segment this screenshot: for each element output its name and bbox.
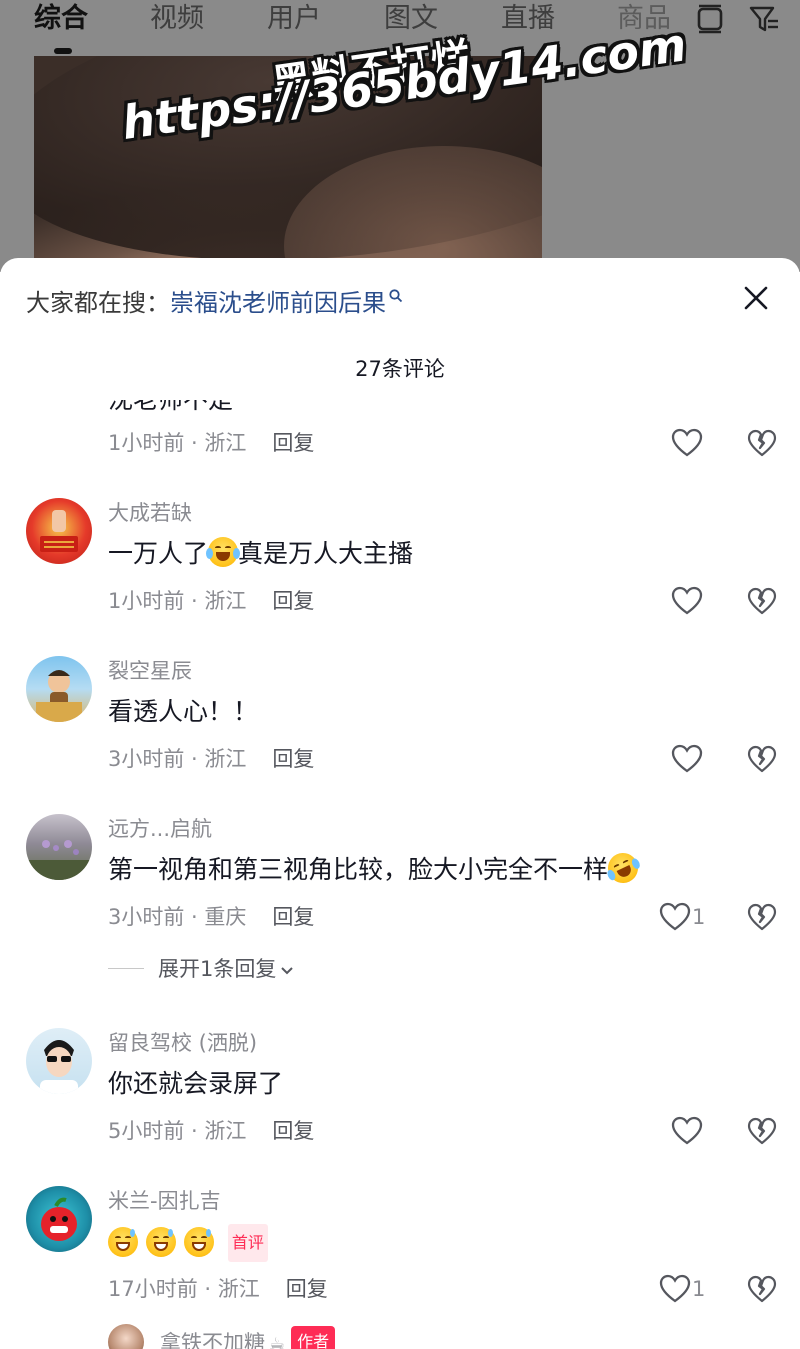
comment-time-location: 3小时前 · 浙江 — [108, 747, 247, 771]
reply-button[interactable]: 回复 — [286, 1277, 328, 1301]
coffee-icon: ☕ — [269, 1334, 286, 1349]
search-suggestion[interactable]: 大家都在搜：崇福沈老师前因后果 — [26, 286, 404, 320]
comment-time-location: 1小时前 · 浙江 — [108, 589, 247, 613]
first-comment-badge: 首评 — [227, 1224, 268, 1262]
video-thumbnail[interactable] — [34, 56, 542, 272]
dislike-heart-icon[interactable] — [746, 901, 778, 933]
comment-count: 27条评论 — [355, 357, 445, 381]
comment-time-location: 5小时前 · 浙江 — [108, 1119, 247, 1143]
tab-products[interactable]: 商品 — [617, 2, 671, 36]
crying-laughing-emoji — [206, 537, 241, 567]
like-heart-icon[interactable] — [670, 426, 704, 460]
comment-meta: 17小时前 · 浙江 回复 — [108, 1274, 328, 1304]
dislike-heart-icon[interactable] — [746, 1115, 778, 1147]
reply-button[interactable]: 回复 — [272, 431, 314, 455]
tab-image-text[interactable]: 图文 — [384, 2, 438, 36]
dislike-heart-icon[interactable] — [746, 1273, 778, 1305]
like-heart-icon[interactable] — [670, 584, 704, 618]
avatar[interactable] — [26, 1186, 92, 1252]
comment-username[interactable]: 拿铁不加糖 ☕ 作者 — [160, 1326, 336, 1349]
comment-time-location: 3小时前 · 重庆 — [108, 905, 247, 929]
reply-button[interactable]: 回复 — [272, 747, 314, 771]
close-icon[interactable] — [740, 282, 772, 314]
like-count: 1 — [692, 905, 706, 929]
comment-text: 一万人了 真是万人大主播 — [108, 537, 414, 568]
comment-username[interactable]: 裂空星辰 — [108, 656, 192, 686]
tab-user[interactable]: 用户 — [267, 2, 321, 36]
comment-username[interactable]: 大成若缺 — [108, 498, 192, 528]
comment-meta: 1小时前 · 浙江 回复 — [108, 428, 314, 458]
avatar[interactable] — [26, 656, 92, 722]
search-suggestion-label: 大家都在搜： — [26, 289, 170, 317]
dislike-heart-icon[interactable] — [746, 427, 778, 459]
comment-username[interactable]: 远方...启航 — [108, 814, 212, 844]
search-tabs: 综合 视频 用户 图文 直播 商品 — [0, 0, 800, 54]
comment-text: 你还就会录屏了 — [108, 1069, 284, 1098]
like-count: 1 — [692, 1277, 706, 1301]
comment-text-partial: 沈老师不是 — [108, 385, 234, 414]
comment-username[interactable]: 留良驾校 (洒脱) — [108, 1028, 257, 1058]
comment-meta: 3小时前 · 重庆 回复 — [108, 902, 314, 932]
like-heart-icon[interactable] — [670, 1114, 704, 1148]
video-background: 综合 视频 用户 图文 直播 商品 黑料不打烊 https://365bdy14… — [0, 0, 800, 272]
like-heart-icon[interactable] — [658, 900, 692, 934]
reply-button[interactable]: 回复 — [272, 589, 314, 613]
expand-replies-button[interactable]: 展开1条回复 — [108, 954, 294, 984]
tab-live[interactable]: 直播 — [501, 2, 555, 36]
search-suggestion-link[interactable]: 崇福沈老师前因后果 — [170, 289, 386, 317]
reply-button[interactable]: 回复 — [272, 905, 314, 929]
grin-sweat-emoji — [183, 1227, 214, 1257]
avatar[interactable] — [108, 1324, 144, 1349]
grin-sweat-emoji — [145, 1227, 176, 1257]
chevron-down-icon — [281, 967, 294, 975]
comment-text: 看透人心！！ — [108, 697, 259, 726]
comment-time-location: 1小时前 · 浙江 — [108, 431, 247, 455]
grin-sweat-emoji — [108, 1227, 138, 1257]
like-heart-icon[interactable] — [658, 1272, 692, 1306]
author-badge: 作者 — [291, 1326, 336, 1349]
tab-video[interactable]: 视频 — [150, 2, 204, 36]
comment-meta: 1小时前 · 浙江 回复 — [108, 586, 314, 616]
comment-meta: 3小时前 · 浙江 回复 — [108, 744, 314, 774]
comment-meta: 5小时前 · 浙江 回复 — [108, 1116, 314, 1146]
rolling-laughing-emoji — [603, 848, 643, 888]
comment-text: 第一视角和第三视角比较，脸大小完全不一样 — [108, 848, 643, 888]
comment-text: 首评 — [108, 1224, 268, 1262]
filter-icon[interactable] — [748, 4, 780, 34]
comment-username[interactable]: 米兰-因扎吉 — [108, 1186, 221, 1216]
avatar[interactable] — [26, 814, 92, 880]
avatar[interactable] — [26, 1028, 92, 1094]
dislike-heart-icon[interactable] — [746, 743, 778, 775]
dislike-heart-icon[interactable] — [746, 585, 778, 617]
comments-sheet: 大家都在搜：崇福沈老师前因后果 27条评论 沈老师不是 1小时前 · 浙江 回复 … — [0, 258, 800, 1349]
avatar[interactable] — [26, 498, 92, 564]
tab-comprehensive[interactable]: 综合 — [34, 2, 88, 36]
search-icon — [389, 289, 403, 303]
comment-time-location: 17小时前 · 浙江 — [108, 1277, 260, 1301]
active-tab-indicator — [54, 48, 72, 54]
like-heart-icon[interactable] — [670, 742, 704, 776]
layout-icon[interactable] — [694, 4, 726, 34]
reply-button[interactable]: 回复 — [272, 1119, 314, 1143]
